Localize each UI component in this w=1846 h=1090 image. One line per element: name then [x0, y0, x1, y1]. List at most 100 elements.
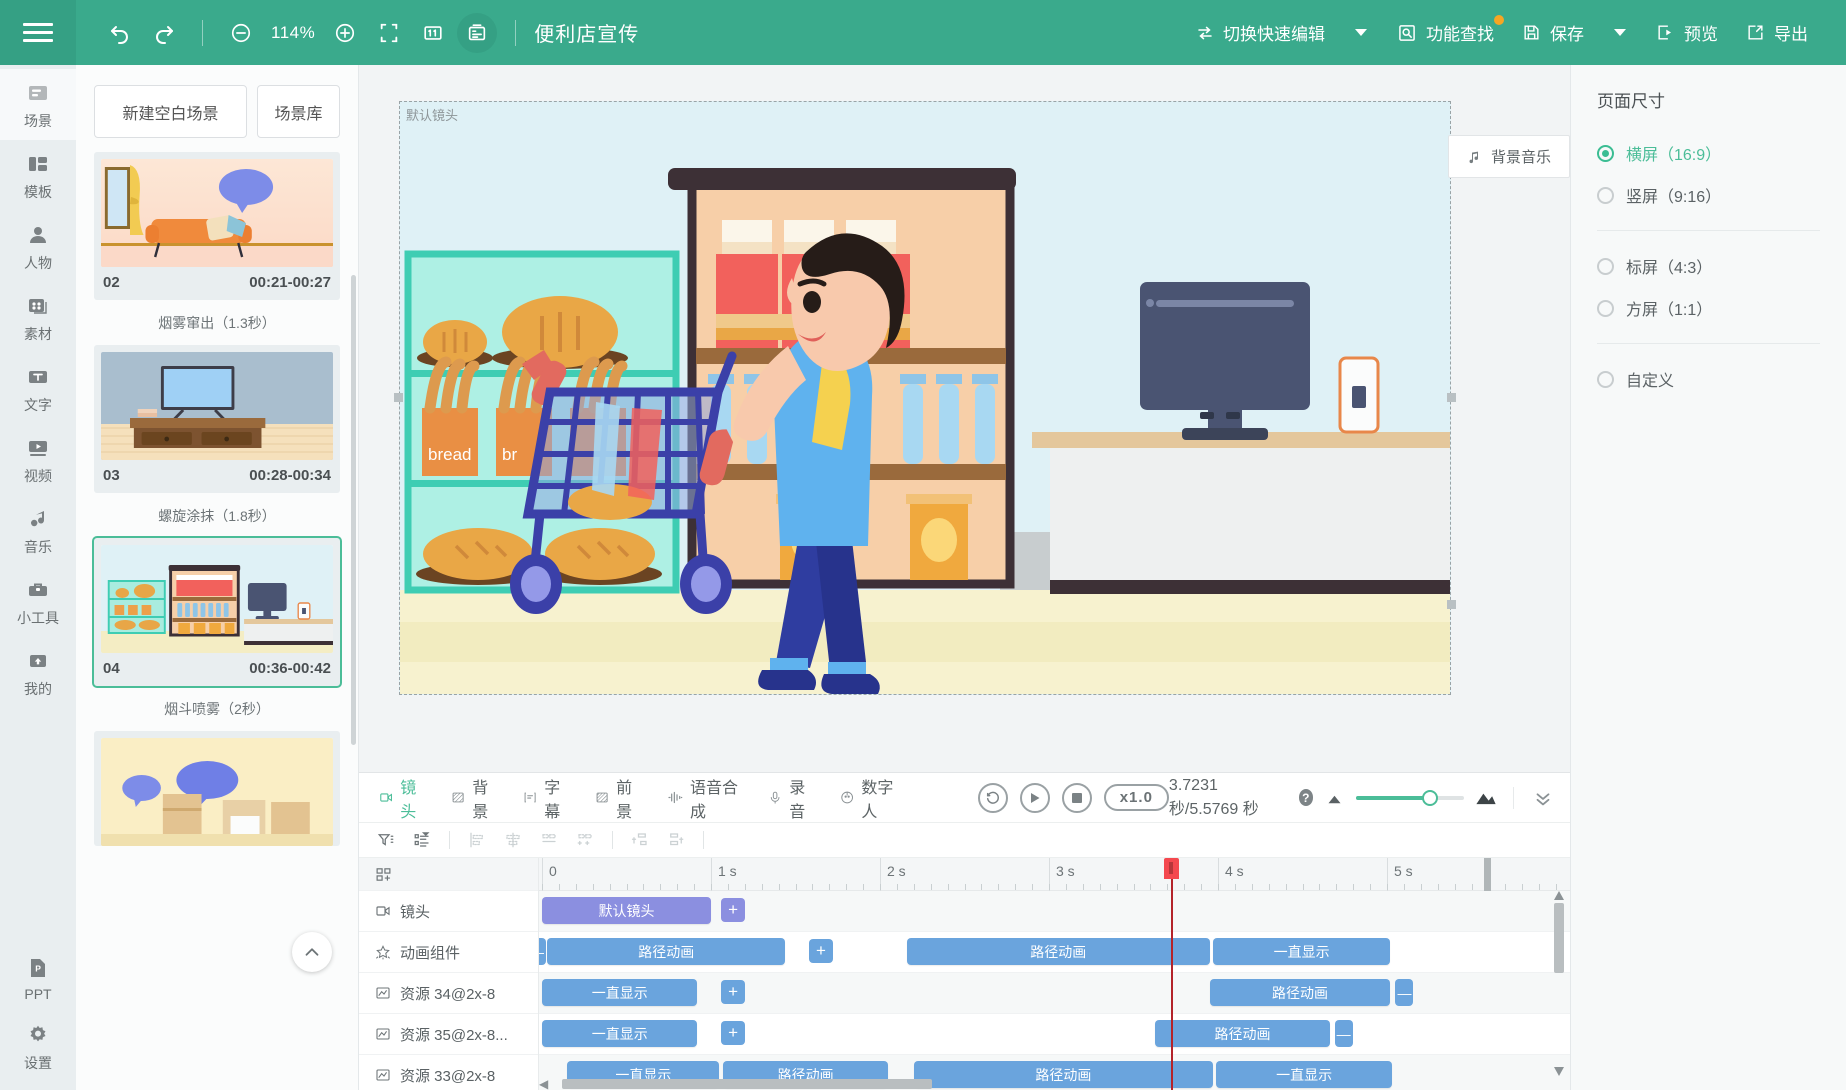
timeline-clip[interactable]: 路径动画: [547, 938, 786, 965]
resize-handle-right[interactable]: [1447, 393, 1456, 402]
sidebar-item-toolbox[interactable]: 小工具: [0, 566, 76, 637]
zoom-out-icon[interactable]: [221, 13, 261, 53]
play-icon[interactable]: [1019, 782, 1050, 813]
clip-trim-handle[interactable]: —: [1334, 1020, 1353, 1047]
hamburger-icon[interactable]: [0, 0, 76, 65]
scene-transition-label[interactable]: 烟斗喷雾（2秒）: [94, 690, 340, 731]
track-row-animation[interactable]: 动画组件: [359, 932, 538, 973]
resize-handle-bottom-right[interactable]: [1447, 600, 1456, 609]
add-clip-button[interactable]: +: [721, 898, 746, 922]
track-row-resource-35[interactable]: 资源 35@2x-8...: [359, 1014, 538, 1055]
scene-card[interactable]: 03 00:28-00:34: [94, 345, 340, 493]
sidebar-item-person[interactable]: 人物: [0, 211, 76, 282]
sidebar-item-template[interactable]: 模板: [0, 140, 76, 211]
playback-speed-button[interactable]: x1.0: [1103, 784, 1169, 811]
sidebar-item-material[interactable]: 素材: [0, 282, 76, 353]
page-size-option-custom[interactable]: 自定义: [1597, 358, 1820, 400]
tab-subtitle[interactable]: 字幕: [511, 774, 583, 822]
fit-screen-icon[interactable]: [369, 13, 409, 53]
stop-icon[interactable]: [1061, 782, 1092, 813]
page-size-option-standard[interactable]: 标屏（4:3）: [1597, 245, 1820, 287]
timeline-clip[interactable]: 一直显示: [542, 979, 698, 1006]
resize-handle-left[interactable]: [394, 393, 403, 402]
lane-resource-35[interactable]: 一直显示 路径动画 + —: [539, 1014, 1570, 1055]
page-size-option-landscape[interactable]: 横屏（16:9）: [1597, 132, 1820, 174]
track-group-icon[interactable]: [375, 866, 392, 883]
add-clip-button[interactable]: +: [809, 939, 834, 963]
tab-foreground[interactable]: 前景: [583, 774, 655, 822]
track-row-camera[interactable]: 镜头: [359, 891, 538, 932]
sidebar-item-music[interactable]: 音乐: [0, 495, 76, 566]
distribute-icon[interactable]: [570, 827, 600, 853]
filter-tracks-icon[interactable]: [371, 827, 401, 853]
track-row-resource-34[interactable]: 资源 34@2x-8: [359, 973, 538, 1014]
save-button[interactable]: 保存: [1510, 13, 1596, 52]
scene-transition-label[interactable]: 螺旋涂抹（1.8秒）: [94, 497, 340, 538]
nest-up-icon[interactable]: [625, 827, 655, 853]
tab-camera[interactable]: 镜头: [367, 774, 439, 822]
scroll-left-arrow[interactable]: ◀: [539, 1077, 548, 1090]
add-clip-button[interactable]: +: [721, 1021, 746, 1045]
sidebar-item-mine[interactable]: 我的: [0, 637, 76, 708]
redo-icon[interactable]: [144, 13, 184, 53]
background-music-button[interactable]: 背景音乐: [1447, 135, 1570, 178]
lane-resource-34[interactable]: 一直显示 路径动画 + —: [539, 973, 1570, 1014]
scene-card[interactable]: 02 00:21-00:27: [94, 152, 340, 300]
scene-list-scrollbar[interactable]: [351, 275, 356, 745]
nest-down-icon[interactable]: [661, 827, 691, 853]
preview-button[interactable]: 预览: [1644, 13, 1730, 52]
quick-edit-dropdown-icon[interactable]: [1341, 13, 1381, 53]
sidebar-item-settings[interactable]: 设置: [0, 1011, 76, 1082]
slider-knob[interactable]: [1422, 789, 1439, 806]
sidebar-item-text[interactable]: 文字: [0, 353, 76, 424]
quick-edit-button[interactable]: 切换快速编辑: [1184, 13, 1337, 52]
ruler-end-marker[interactable]: [1483, 858, 1491, 891]
timeline-clip[interactable]: 路径动画: [907, 938, 1210, 965]
tab-background[interactable]: 背景: [439, 774, 511, 822]
scroll-up-button[interactable]: [292, 932, 332, 972]
group-tracks-icon[interactable]: [407, 827, 437, 853]
timeline-clip[interactable]: 一直显示: [1212, 938, 1391, 965]
align-left-icon[interactable]: [462, 827, 492, 853]
timeline-clip[interactable]: 默认镜头: [542, 897, 711, 924]
track-vertical-scrollbar[interactable]: [1553, 891, 1565, 1076]
tab-digital-human[interactable]: 数字人: [828, 774, 914, 822]
sidebar-item-video[interactable]: 视频: [0, 424, 76, 495]
canvas-artboard[interactable]: bread br 默认镜头: [399, 101, 1451, 695]
question-icon[interactable]: ?: [1298, 789, 1314, 806]
feature-search-button[interactable]: 功能查找: [1385, 13, 1506, 52]
lane-area[interactable]: 01 s2 s3 s4 s5 s 默认镜头+ —路径动画路径动画一直显示+ 一直…: [539, 858, 1570, 1090]
replay-icon[interactable]: [977, 782, 1008, 813]
canvas-frame[interactable]: bread br 默认镜头: [394, 101, 1456, 695]
tab-tts[interactable]: 语音合成: [655, 774, 756, 822]
timeline-ruler[interactable]: 0 1 s 2 s 3 s 4 s 5 s: [539, 858, 1570, 891]
zoom-level[interactable]: 114%: [265, 23, 321, 43]
storyboard-icon[interactable]: [457, 12, 498, 53]
undo-icon[interactable]: [100, 13, 140, 53]
timeline-clip[interactable]: 路径动画: [1209, 979, 1391, 1006]
timeline-clip[interactable]: 一直显示: [542, 1020, 698, 1047]
lane-animation[interactable]: —路径动画路径动画一直显示+: [539, 932, 1570, 973]
page-size-option-portrait[interactable]: 竖屏（9:16）: [1597, 174, 1820, 216]
timeline-clip[interactable]: 路径动画: [1155, 1020, 1330, 1047]
scene-card[interactable]: [94, 731, 340, 846]
clip-trim-handle[interactable]: —: [539, 938, 546, 965]
sidebar-item-ppt[interactable]: P PPT: [0, 944, 76, 1011]
add-clip-button[interactable]: +: [721, 980, 746, 1004]
export-button[interactable]: 导出: [1734, 13, 1820, 52]
slider-track[interactable]: [1356, 789, 1465, 806]
clip-trim-handle[interactable]: —: [1395, 979, 1414, 1006]
new-blank-scene-button[interactable]: 新建空白场景: [94, 85, 247, 138]
collapse-timeline-button[interactable]: [1513, 786, 1570, 809]
align-center-icon[interactable]: [498, 827, 528, 853]
vertical-scroll-thumb[interactable]: [1554, 903, 1564, 973]
track-horizontal-scrollbar[interactable]: ◀: [539, 1077, 1546, 1090]
scene-card-selected[interactable]: 04 00:36-00:42: [92, 536, 342, 688]
scene-transition-label[interactable]: 烟雾窜出（1.3秒）: [94, 304, 340, 345]
track-row-resource-33[interactable]: 资源 33@2x-8: [359, 1055, 538, 1090]
sidebar-item-scene[interactable]: 场景: [0, 69, 76, 140]
scene-library-button[interactable]: 场景库: [257, 85, 340, 138]
save-dropdown-icon[interactable]: [1600, 13, 1640, 53]
timeline-zoom-slider[interactable]: [1327, 789, 1497, 806]
tab-recording[interactable]: 录音: [756, 774, 828, 822]
